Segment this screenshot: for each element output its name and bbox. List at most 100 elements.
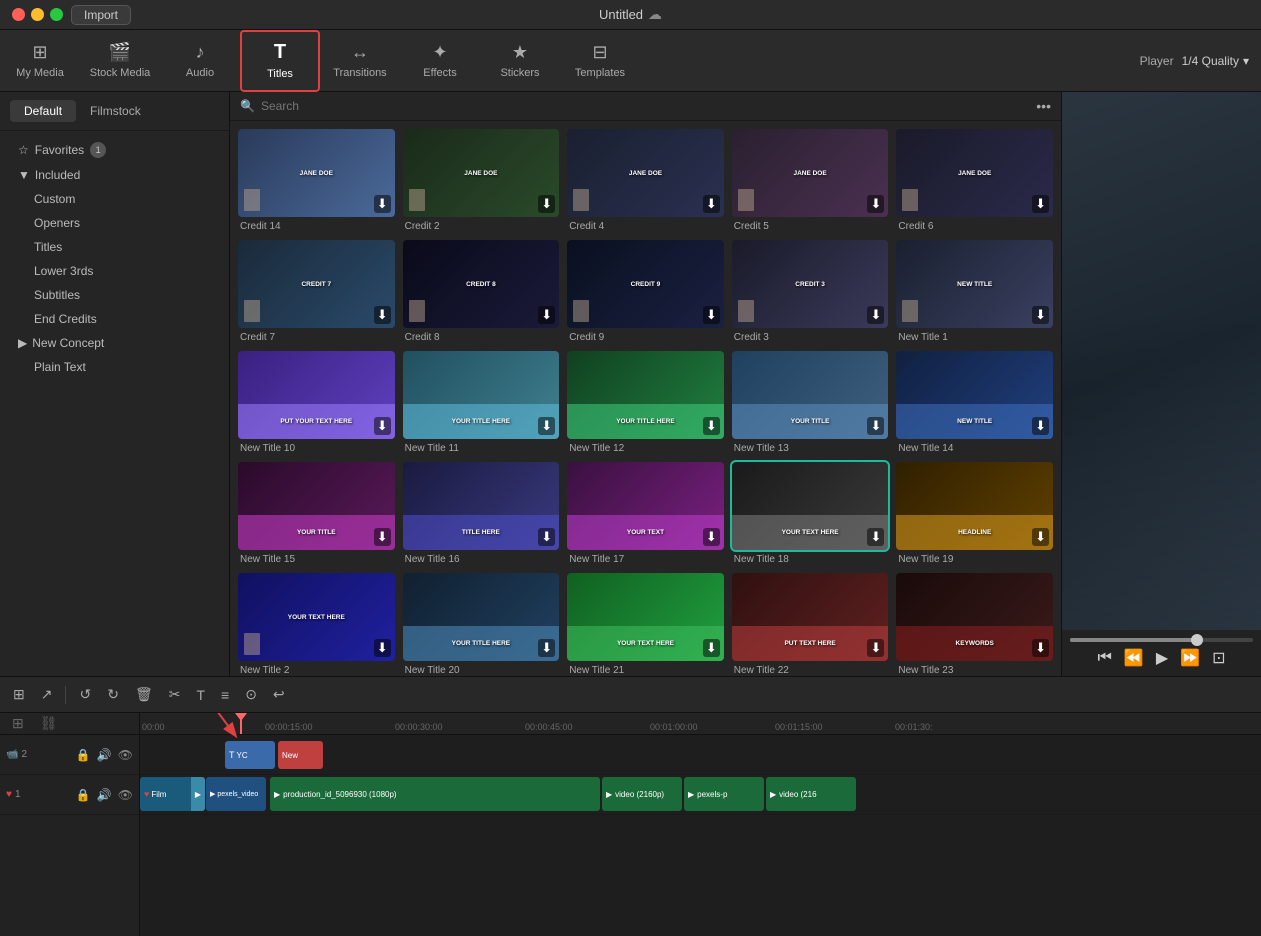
nav-templates[interactable]: ⊟ Templates [560,30,640,92]
nav-stickers[interactable]: ★ Stickers [480,30,560,92]
volume-icon[interactable]: 🔊 [97,788,112,802]
download-icon[interactable]: ⬇ [1032,639,1049,657]
sidebar-item-titles[interactable]: Titles [10,235,219,259]
grid-item-newtitle22[interactable]: PUT TEXT HERE⬇New Title 22 [732,573,889,676]
redo-button[interactable]: ↻ [104,683,122,706]
search-input[interactable] [261,99,1030,113]
section-new-concept[interactable]: ▶ New Concept [10,331,219,355]
record-button[interactable]: ⊙ [242,683,260,706]
download-icon[interactable]: ⬇ [374,528,391,546]
grid-item-credit14[interactable]: JANE DOE⬇Credit 14 [238,129,395,232]
grid-item-newtitle23[interactable]: KEYWORDS⬇New Title 23 [896,573,1053,676]
grid-item-newtitle10[interactable]: PUT YOUR TEXT HERE⬇New Title 10 [238,351,395,454]
grid-item-newtitle1[interactable]: NEW TITLE⬇New Title 1 [896,240,1053,343]
volume-icon[interactable]: 🔊 [97,748,112,762]
sidebar-item-custom[interactable]: Custom [10,187,219,211]
video-clip-2160p[interactable]: ▶ video (2160p) [602,777,682,811]
sidebar-item-plain-text[interactable]: Plain Text [10,355,219,379]
download-icon[interactable]: ⬇ [703,306,720,324]
grid-item-newtitle16[interactable]: TITLE HERE⬇New Title 16 [403,462,560,565]
add-scene-button[interactable]: ⊞ [6,713,30,734]
download-icon[interactable]: ⬇ [1032,417,1049,435]
video-clip-video216[interactable]: ▶ video (216 [766,777,856,811]
download-icon[interactable]: ⬇ [867,306,884,324]
download-icon[interactable]: ⬇ [703,195,720,213]
undo-button[interactable]: ↺ [76,683,94,706]
sidebar-item-end-credits[interactable]: End Credits [10,307,219,331]
nav-transitions[interactable]: ↔ Transitions [320,30,400,92]
download-icon[interactable]: ⬇ [703,528,720,546]
link-button[interactable]: ⛓ [34,713,64,734]
grid-item-credit9[interactable]: CREDIT 9⬇Credit 9 [567,240,724,343]
grid-item-newtitle14[interactable]: NEW TITLE⬇New Title 14 [896,351,1053,454]
tab-default[interactable]: Default [10,100,76,122]
quality-button[interactable]: 1/4 Quality ▾ [1182,54,1249,68]
grid-item-newtitle18[interactable]: YOUR TEXT HERE⬇New Title 18 [732,462,889,565]
title-clip-yc[interactable]: T YC [225,741,275,769]
delete-button[interactable]: 🗑 [132,683,156,706]
download-icon[interactable]: ⬇ [867,195,884,213]
grid-item-newtitle17[interactable]: YOUR TEXT⬇New Title 17 [567,462,724,565]
download-icon[interactable]: ⬇ [374,306,391,324]
return-button[interactable]: ↩ [270,683,288,706]
sidebar-item-openers[interactable]: Openers [10,211,219,235]
grid-item-newtitle15[interactable]: YOUR TITLE⬇New Title 15 [238,462,395,565]
rewind-button[interactable]: ⏮ [1098,649,1112,667]
download-icon[interactable]: ⬇ [867,639,884,657]
nav-my-media[interactable]: ⊞ My Media [0,30,80,92]
eye-icon[interactable]: 👁 [118,748,133,762]
eye-icon[interactable]: 👁 [118,788,133,802]
grid-item-credit6[interactable]: JANE DOE⬇Credit 6 [896,129,1053,232]
lock-icon[interactable]: 🔒 [76,748,91,762]
nav-titles[interactable]: T Titles [240,30,320,92]
section-included[interactable]: ▼ Included [10,163,219,187]
step-back-button[interactable]: ⏪ [1124,648,1144,668]
download-icon[interactable]: ⬇ [374,639,391,657]
grid-item-newtitle13[interactable]: YOUR TITLE⬇New Title 13 [732,351,889,454]
scenes-button[interactable]: ⊞ [10,683,28,706]
download-icon[interactable]: ⬇ [1032,306,1049,324]
download-icon[interactable]: ⬇ [538,195,555,213]
download-icon[interactable]: ⬇ [867,528,884,546]
maximize-button[interactable] [50,8,63,21]
download-icon[interactable]: ⬇ [538,639,555,657]
grid-item-credit2[interactable]: JANE DOE⬇Credit 2 [403,129,560,232]
download-icon[interactable]: ⬇ [538,417,555,435]
grid-item-credit7[interactable]: CREDIT 7⬇Credit 7 [238,240,395,343]
progress-bar[interactable] [1070,638,1253,642]
cut-button[interactable]: ✂ [166,683,184,706]
step-forward-button[interactable]: ⏩ [1180,648,1200,668]
more-options-button[interactable]: ••• [1036,98,1051,114]
grid-item-newtitle2[interactable]: YOUR TEXT HERE⬇New Title 2 [238,573,395,676]
grid-item-newtitle21[interactable]: YOUR TEXT HERE⬇New Title 21 [567,573,724,676]
import-button[interactable]: Import [71,5,131,25]
fullscreen-button[interactable]: ⊡ [1212,648,1225,668]
download-icon[interactable]: ⬇ [703,639,720,657]
download-icon[interactable]: ⬇ [703,417,720,435]
title-clip-new[interactable]: New [278,741,323,769]
grid-item-newtitle11[interactable]: YOUR TITLE HERE⬇New Title 11 [403,351,560,454]
nav-effects[interactable]: ✦ Effects [400,30,480,92]
grid-item-credit4[interactable]: JANE DOE⬇Credit 4 [567,129,724,232]
video-clip-production[interactable]: ▶ production_id_5096930 (1080p) [270,777,600,811]
grid-item-newtitle12[interactable]: YOUR TITLE HERE⬇New Title 12 [567,351,724,454]
download-icon[interactable]: ⬇ [867,417,884,435]
text-tool[interactable]: T [193,684,208,706]
close-button[interactable] [12,8,25,21]
grid-item-newtitle19[interactable]: HEADLINE⬇New Title 19 [896,462,1053,565]
sidebar-item-subtitles[interactable]: Subtitles [10,283,219,307]
download-icon[interactable]: ⬇ [538,306,555,324]
play-button[interactable]: ▶ [1156,648,1168,668]
grid-item-credit5[interactable]: JANE DOE⬇Credit 5 [732,129,889,232]
nav-stock-media[interactable]: 🎬 Stock Media [80,30,160,92]
sidebar-item-lower3rds[interactable]: Lower 3rds [10,259,219,283]
grid-item-credit8[interactable]: CREDIT 8⬇Credit 8 [403,240,560,343]
favorites-item[interactable]: ☆ Favorites 1 [10,137,219,163]
grid-item-credit3[interactable]: CREDIT 3⬇Credit 3 [732,240,889,343]
download-icon[interactable]: ⬇ [1032,528,1049,546]
download-icon[interactable]: ⬇ [374,417,391,435]
lock-icon[interactable]: 🔒 [76,788,91,802]
grid-item-newtitle20[interactable]: YOUR TITLE HERE⬇New Title 20 [403,573,560,676]
minimize-button[interactable] [31,8,44,21]
video-clip-pexels[interactable]: ▶ pexels_video [206,777,266,811]
